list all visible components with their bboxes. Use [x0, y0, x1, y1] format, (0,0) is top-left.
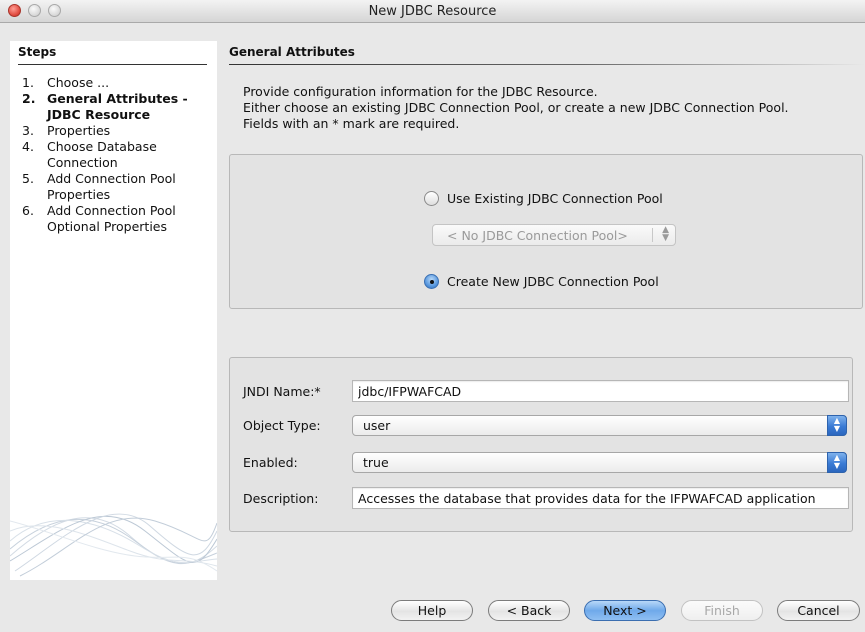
step-item-choose: 1. Choose ... [22, 75, 212, 91]
description-label: Description: [243, 491, 319, 506]
step-number: 2. [22, 91, 36, 106]
finish-button[interactable]: Finish [681, 600, 763, 621]
step-label: General Attributes - JDBC Resource [47, 91, 188, 122]
step-item-add-optional-properties: 6. Add Connection Pool Optional Properti… [22, 203, 212, 235]
use-existing-pool-radio[interactable] [424, 191, 439, 206]
step-label: Add Connection Pool Optional Properties [47, 203, 176, 234]
step-item-add-connection-pool-properties: 5. Add Connection Pool Properties [22, 171, 212, 203]
object-type-label: Object Type: [243, 418, 321, 433]
create-new-pool-label: Create New JDBC Connection Pool [447, 274, 659, 289]
object-type-select[interactable]: user ▲ ▼ [352, 415, 847, 436]
cancel-button[interactable]: Cancel [777, 600, 860, 621]
dialog-window: New JDBC Resource Steps 1. Choose ... 2.… [0, 0, 865, 632]
enabled-label: Enabled: [243, 455, 298, 470]
step-label: Add Connection Pool Properties [47, 171, 176, 202]
section-divider [229, 64, 865, 65]
help-button[interactable]: Help [391, 600, 473, 621]
step-item-choose-database-connection: 4. Choose Database Connection [22, 139, 212, 171]
up-down-arrows-icon: ▲ ▼ [827, 452, 847, 473]
connection-pool-select: < No JDBC Connection Pool> ▲ ▼ [432, 224, 676, 246]
title-bar[interactable]: New JDBC Resource [0, 0, 865, 23]
steps-heading: Steps [18, 45, 57, 59]
enabled-value: true [363, 455, 389, 470]
description-input[interactable] [352, 487, 849, 509]
step-item-properties: 3. Properties [22, 123, 212, 139]
wave-decoration-image [10, 513, 217, 577]
step-label: Choose ... [47, 75, 110, 90]
create-new-pool-option[interactable]: Create New JDBC Connection Pool [424, 274, 659, 289]
select-divider [652, 228, 653, 242]
step-number: 4. [22, 139, 34, 154]
use-existing-pool-option[interactable]: Use Existing JDBC Connection Pool [424, 191, 663, 206]
step-label: Choose Database Connection [47, 139, 157, 170]
window-title: New JDBC Resource [368, 4, 497, 19]
next-button[interactable]: Next > [584, 600, 666, 621]
jndi-name-label: JNDI Name:* [243, 384, 321, 399]
step-item-general-attributes: 2. General Attributes - JDBC Resource [22, 91, 212, 123]
intro-line: Fields with an * mark are required. [243, 116, 460, 131]
connection-pool-select-value: < No JDBC Connection Pool> [447, 228, 628, 243]
intro-text: Provide configuration information for th… [243, 84, 853, 132]
section-title: General Attributes [229, 45, 355, 59]
object-type-value: user [363, 418, 391, 433]
create-new-pool-radio[interactable] [424, 274, 439, 289]
step-number: 5. [22, 171, 34, 186]
up-down-arrows-icon: ▲ ▼ [662, 225, 669, 243]
steps-list: 1. Choose ... 2. General Attributes - JD… [22, 75, 212, 235]
jndi-name-input[interactable] [352, 380, 849, 402]
step-number: 6. [22, 203, 34, 218]
up-down-arrows-icon: ▲ ▼ [827, 415, 847, 436]
step-number: 1. [22, 75, 34, 90]
steps-divider [18, 64, 207, 65]
enabled-select[interactable]: true ▲ ▼ [352, 452, 847, 473]
intro-line: Provide configuration information for th… [243, 84, 598, 99]
intro-line: Either choose an existing JDBC Connectio… [243, 100, 789, 115]
step-label: Properties [47, 123, 111, 138]
use-existing-pool-label: Use Existing JDBC Connection Pool [447, 191, 663, 206]
back-button[interactable]: < Back [488, 600, 570, 621]
step-number: 3. [22, 123, 34, 138]
